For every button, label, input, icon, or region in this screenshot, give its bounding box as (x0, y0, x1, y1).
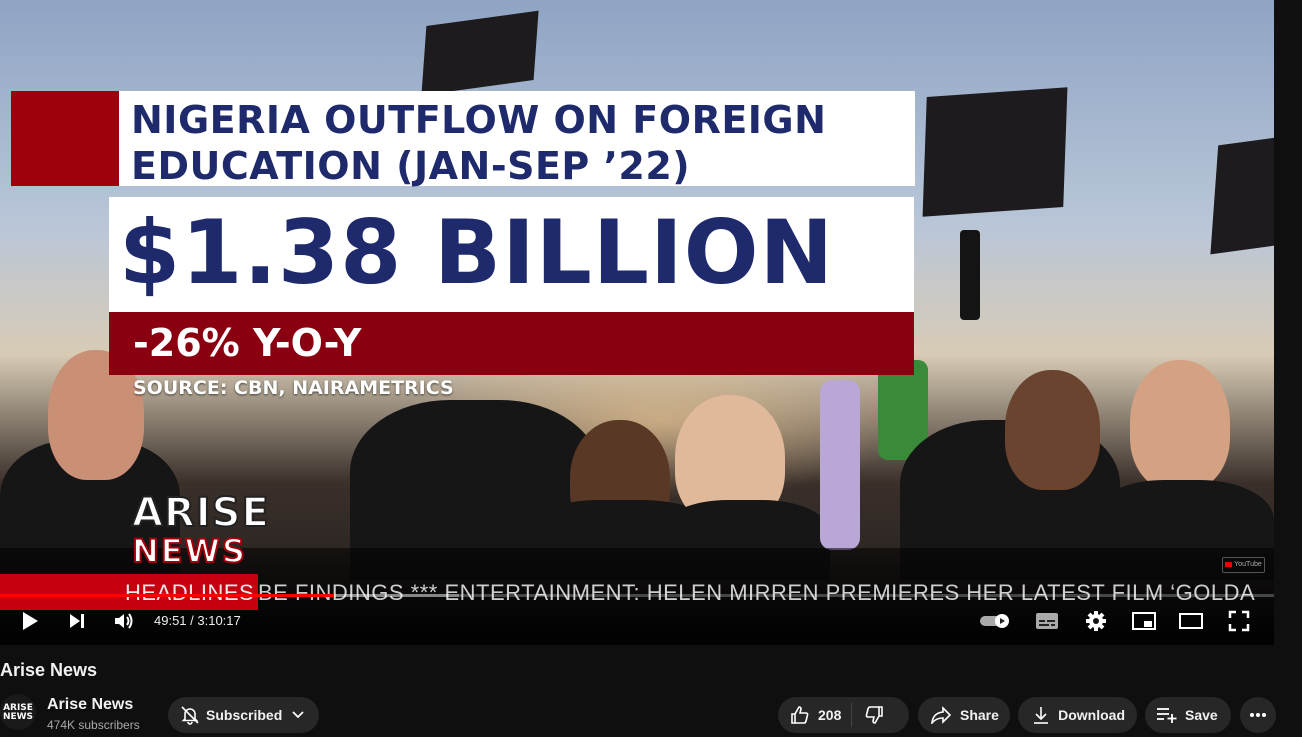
captions-icon (1036, 613, 1058, 629)
youtube-watermark: YouTube (1222, 557, 1265, 573)
fullscreen-icon (1228, 610, 1250, 632)
bell-off-icon (180, 703, 200, 727)
play-icon (23, 612, 38, 630)
next-icon (70, 614, 84, 628)
more-actions-button[interactable] (1240, 697, 1276, 733)
logo-text: ARISE (131, 490, 270, 536)
graduation-cap-image (1210, 135, 1274, 255)
share-button[interactable]: Share (918, 697, 1010, 733)
graphic-title-line: EDUCATION (JAN-SEP ’22) (131, 144, 691, 188)
person-arm (820, 380, 860, 550)
graphic-amount-box: $1.38 BILLION (109, 197, 914, 312)
chevron-down-icon (288, 703, 307, 727)
progress-played (0, 594, 334, 597)
graphic-change-box: -26% Y-O-Y (109, 312, 914, 375)
download-label: Download (1058, 707, 1125, 723)
playlist-add-icon (1155, 703, 1179, 727)
ticker-headline-text: HEADLINES (125, 580, 255, 605)
ticker-text: BE FINDINGS *** ENTERTAINMENT: HELEN MIR… (258, 580, 1256, 605)
graduation-cap-image (922, 87, 1068, 217)
graphic-accent-block (11, 91, 119, 186)
autoplay-toggle-icon (980, 614, 1009, 628)
play-button[interactable] (14, 606, 46, 636)
settings-icon (1086, 611, 1106, 631)
captions-button[interactable] (1030, 606, 1064, 636)
settings-button[interactable] (1080, 606, 1112, 636)
thumbs-up-icon[interactable] (788, 703, 812, 727)
graphic-title-line: NIGERIA OUTFLOW ON FOREIGN (131, 98, 827, 142)
right-gutter (1274, 0, 1302, 645)
save-label: Save (1185, 707, 1218, 723)
channel-name[interactable]: Arise News (47, 696, 133, 714)
next-button[interactable] (62, 606, 92, 636)
graphic-title: NIGERIA OUTFLOW ON FOREIGN EDUCATION (JA… (131, 97, 826, 189)
avatar-text: ARISE NEWS (2, 703, 34, 722)
subscribed-label: Subscribed (206, 707, 283, 723)
time-display: 49:51 / 3:10:17 (154, 613, 241, 628)
share-label: Share (960, 707, 999, 723)
subscribed-button[interactable]: Subscribed (168, 697, 319, 733)
more-icon (1246, 703, 1270, 727)
subscriber-count: 474K subscribers (47, 718, 140, 732)
graphic-title-box: NIGERIA OUTFLOW ON FOREIGN EDUCATION (JA… (119, 91, 915, 189)
logo-text: NEWS (131, 532, 247, 570)
thumbs-down-icon[interactable] (862, 703, 886, 727)
like-dislike-group: 208 (778, 697, 909, 733)
arise-news-logo: ARISE NEWS (131, 490, 270, 574)
volume-button[interactable] (108, 606, 140, 636)
channel-avatar[interactable]: ARISE NEWS (0, 694, 36, 730)
fullscreen-button[interactable] (1223, 606, 1255, 636)
miniplayer-button[interactable] (1128, 606, 1160, 636)
share-icon (930, 703, 952, 727)
person-face (1005, 370, 1100, 490)
theater-icon (1179, 613, 1203, 629)
like-count[interactable]: 208 (818, 707, 841, 723)
miniplayer-icon (1132, 612, 1156, 630)
volume-icon (115, 613, 133, 629)
video-player[interactable]: NIGERIA OUTFLOW ON FOREIGN EDUCATION (JA… (0, 0, 1274, 645)
divider (851, 703, 853, 727)
graphic-change: -26% Y-O-Y (133, 321, 362, 365)
progress-bar[interactable] (0, 594, 1274, 597)
save-button[interactable]: Save (1145, 697, 1231, 733)
autoplay-toggle[interactable] (978, 606, 1014, 636)
graphic-amount: $1.38 BILLION (119, 201, 835, 304)
ticker-headline-label: HEADLINES (0, 574, 258, 610)
person-face (1130, 360, 1230, 490)
graduation-cap-image (421, 10, 539, 96)
graphic-source: SOURCE: CBN, NAIRAMETRICS (133, 377, 454, 399)
download-icon (1030, 703, 1052, 727)
video-title: Arise News (0, 660, 98, 680)
download-button[interactable]: Download (1018, 697, 1137, 733)
tassel-image (960, 230, 980, 320)
theater-mode-button[interactable] (1175, 606, 1207, 636)
